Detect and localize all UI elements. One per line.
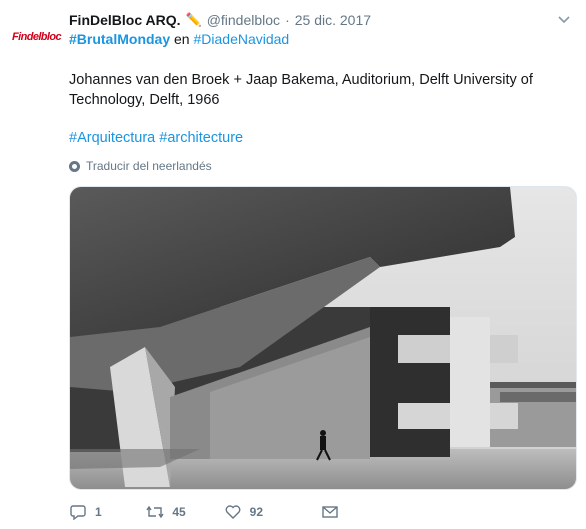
retweet-count: 45: [172, 505, 186, 519]
hashtag-architecture[interactable]: #architecture: [159, 130, 243, 146]
retweet-icon: [146, 503, 164, 521]
tweet-actions: 1 45 92: [69, 500, 339, 524]
like-count: 92: [249, 505, 264, 519]
translate-link[interactable]: Traducir del neerlandés: [69, 159, 212, 173]
connector-text: en: [174, 31, 190, 47]
reply-icon: [69, 503, 87, 521]
tweet-date[interactable]: 25 dic. 2017: [295, 12, 371, 28]
architecture-photo: [70, 187, 576, 489]
mail-icon: [321, 503, 339, 521]
translate-label: Traducir del neerlandés: [86, 159, 212, 173]
hashtag-diadenavidad[interactable]: #DiadeNavidad: [193, 31, 289, 47]
separator-dot: ·: [285, 12, 290, 28]
avatar[interactable]: Findelbloc: [12, 27, 62, 47]
tweet-hashtag-line: #BrutalMonday en #DiadeNavidad: [69, 31, 289, 47]
tweet-hashtags: #Arquitectura #architecture: [69, 130, 243, 146]
tweet-body: Johannes van den Broek + Jaap Bakema, Au…: [69, 72, 533, 108]
tweet-photo[interactable]: [69, 186, 577, 490]
like-button[interactable]: 92: [224, 503, 301, 521]
hashtag-brutalmonday[interactable]: #BrutalMonday: [69, 31, 170, 47]
globe-icon: [69, 160, 80, 172]
reply-count: 1: [95, 505, 102, 519]
hashtag-arquitectura[interactable]: #Arquitectura: [69, 130, 155, 146]
heart-icon: [224, 503, 242, 521]
pencil-emoji: ✏️: [185, 12, 202, 27]
dm-button[interactable]: [321, 503, 339, 521]
avatar-logo-text: Findelbloc: [12, 31, 62, 43]
author-handle[interactable]: @findelbloc: [207, 12, 280, 28]
tweet-header: FinDelBloc ARQ. ✏️ @findelbloc · 25 dic.…: [69, 10, 546, 30]
retweet-button[interactable]: 45: [146, 503, 223, 521]
chevron-down-icon[interactable]: [558, 12, 570, 27]
reply-button[interactable]: 1: [69, 503, 146, 521]
author-name[interactable]: FinDelBloc ARQ.: [69, 12, 181, 28]
